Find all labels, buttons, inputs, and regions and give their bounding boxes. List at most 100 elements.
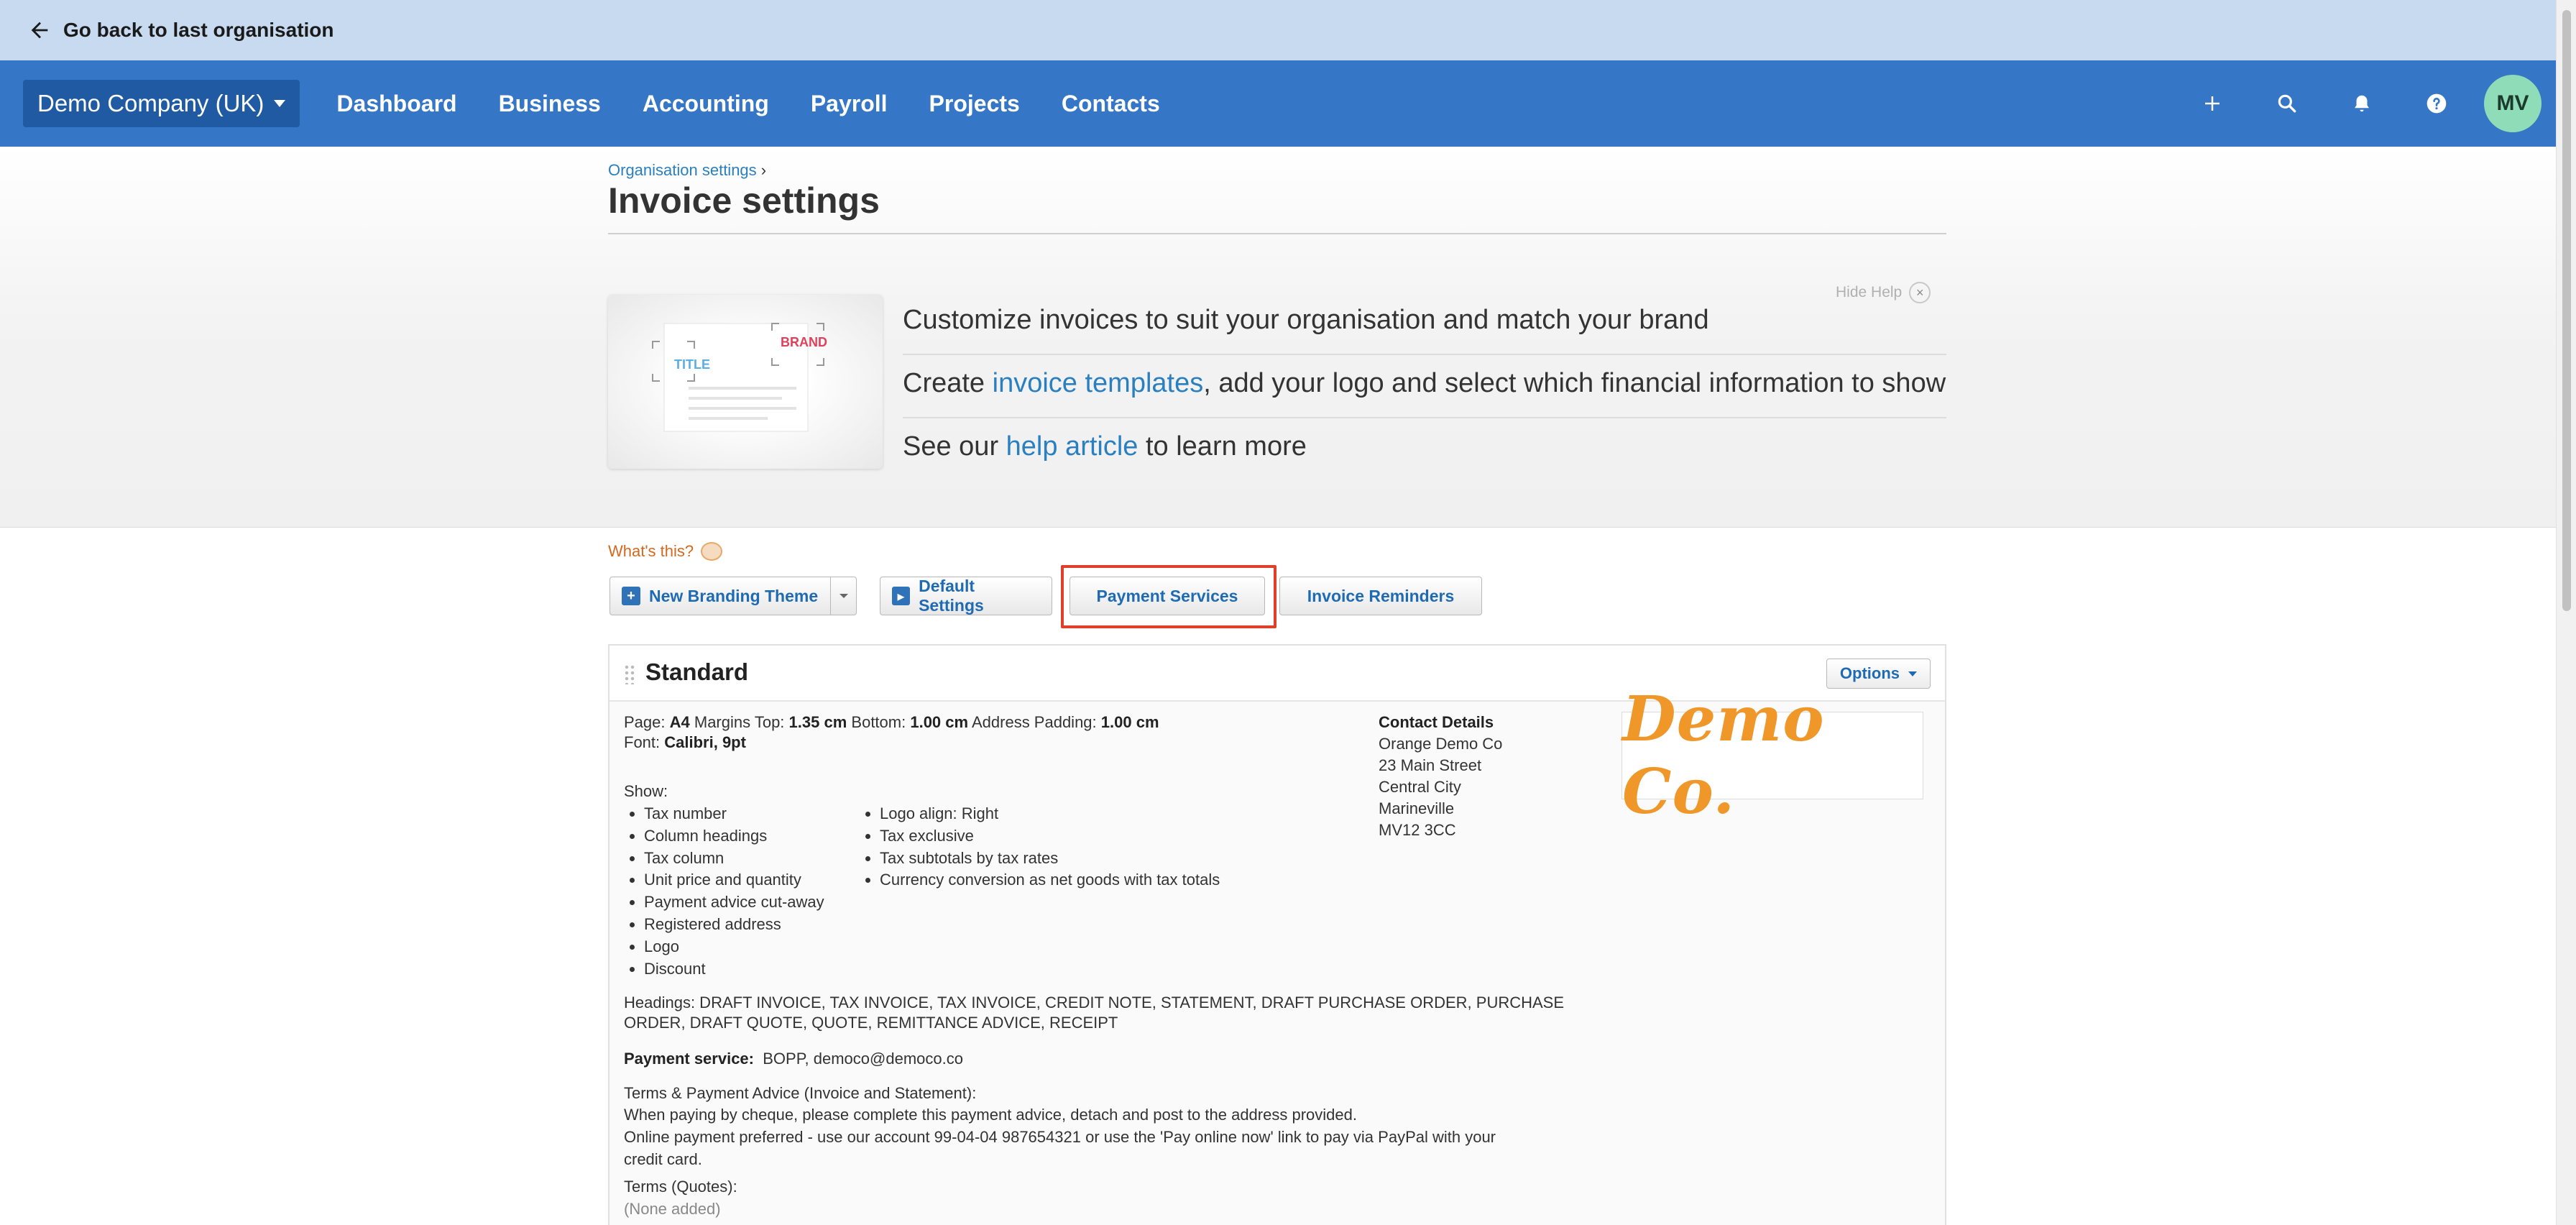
bell-icon <box>2355 95 2369 112</box>
contact-line: Marineville <box>1379 799 1455 817</box>
default-settings-label: Default Settings <box>919 577 984 615</box>
nav-business[interactable]: Business <box>478 91 622 117</box>
close-icon: × <box>1909 282 1931 303</box>
list-item: Unit price and quantity <box>644 869 824 891</box>
company-logo-text: Demo Co. <box>1622 683 1825 828</box>
help-line-article-pre: See our <box>903 431 1006 462</box>
page-settings-line: Page: A4 Margins Top: 1.35 cm Bottom: 1.… <box>624 712 1159 733</box>
list-item: Logo align: Right <box>880 803 1220 825</box>
address-padding-value: 1.00 cm <box>1100 713 1159 731</box>
show-list-col2: Logo align: Right Tax exclusive Tax subt… <box>860 803 1220 891</box>
terms-line-2: Online payment preferred - use our accou… <box>624 1128 1496 1146</box>
plus-square-icon: + <box>622 587 640 605</box>
nav-projects[interactable]: Projects <box>908 91 1041 117</box>
notifications-button[interactable] <box>2324 60 2399 147</box>
help-line-article-post: to learn more <box>1138 431 1307 462</box>
nav-actions: MV <box>2175 60 2556 147</box>
main-nav-links: Dashboard Business Accounting Payroll Pr… <box>316 91 1180 117</box>
nav-payroll[interactable]: Payroll <box>790 91 908 117</box>
caret-down-icon <box>839 594 848 598</box>
hide-help-button[interactable]: Hide Help × <box>1836 282 1931 303</box>
contact-line: Central City <box>1379 778 1461 796</box>
show-list-col1: Tax number Column headings Tax column Un… <box>624 803 824 980</box>
list-item: Column headings <box>644 825 824 848</box>
breadcrumb-separator: › <box>760 161 767 179</box>
new-branding-theme-button[interactable]: + New Branding Theme <box>610 577 857 615</box>
whats-this-label: What's this? <box>608 542 694 560</box>
contact-line: 23 Main Street <box>1379 756 1482 774</box>
illustration-title-text: TITLE <box>674 357 710 372</box>
margins-top-label: Margins Top: <box>694 713 785 731</box>
highlight-box <box>1061 565 1276 628</box>
font-value: Calibri, 9pt <box>664 733 746 751</box>
nav-contacts[interactable]: Contacts <box>1041 91 1181 117</box>
company-logo: Demo Co. <box>1622 683 1923 828</box>
search-icon <box>2278 94 2296 113</box>
list-item: Discount <box>644 958 824 981</box>
list-item: Currency conversion as net goods with ta… <box>880 869 1220 891</box>
scrollbar-thumb[interactable] <box>2562 10 2571 611</box>
help-divider-1 <box>903 354 1946 355</box>
default-settings-button[interactable]: ▸ Default Settings <box>880 577 1052 615</box>
page-label: Page: <box>624 713 666 731</box>
help-line-article: See our help article to learn more <box>903 431 1946 462</box>
back-to-last-organisation-link[interactable]: Go back to last organisation <box>0 0 2556 60</box>
arrow-left-icon <box>31 22 48 39</box>
list-item: Tax subtotals by tax rates <box>880 848 1220 870</box>
play-square-icon: ▸ <box>892 587 911 605</box>
caret-down-icon <box>274 100 286 107</box>
bottom-value: 1.00 cm <box>910 713 969 731</box>
plus-icon <box>2205 96 2220 111</box>
help-line-customize: Customize invoices to suit your organisa… <box>903 305 1946 336</box>
contact-details-label: Contact Details <box>1379 713 1494 731</box>
font-line: Font: Calibri, 9pt <box>624 732 746 753</box>
help-article-link[interactable]: help article <box>1006 431 1138 462</box>
drag-handle-icon[interactable] <box>624 664 635 684</box>
top-navigation: Demo Company (UK) Dashboard Business Acc… <box>0 60 2556 147</box>
whats-this-link[interactable]: What's this? <box>608 542 723 561</box>
help-line-customize-text: Customize invoices to suit your organisa… <box>903 305 1709 335</box>
invoice-reminders-label: Invoice Reminders <box>1307 586 1455 605</box>
help-line-templates: Create invoice templates, add your logo … <box>903 368 1946 399</box>
organisation-switcher[interactable]: Demo Company (UK) <box>23 80 300 127</box>
invoice-illustration: TITLE BRAND <box>608 295 883 469</box>
hide-help-label: Hide Help <box>1836 284 1903 300</box>
margins-top-value: 1.35 cm <box>788 713 847 731</box>
nav-dashboard[interactable]: Dashboard <box>316 91 477 117</box>
terms-quotes-value: (None added) <box>624 1200 721 1218</box>
help-button[interactable] <box>2399 60 2474 147</box>
organisation-name: Demo Company (UK) <box>37 90 264 116</box>
speech-bubble-icon <box>701 542 723 561</box>
help-line-templates-pre: Create <box>903 368 993 398</box>
terms-quotes-label: Terms (Quotes): <box>624 1178 737 1196</box>
illustration-brand-text: BRAND <box>781 335 827 349</box>
add-button[interactable] <box>2175 60 2250 147</box>
payment-service-line: Payment service: BOPP, democo@democo.co <box>624 1048 963 1070</box>
show-label: Show: <box>624 782 668 800</box>
headings-line-2: ORDER, DRAFT QUOTE, QUOTE, REMITTANCE AD… <box>624 1014 1118 1032</box>
nav-accounting[interactable]: Accounting <box>622 91 790 117</box>
list-item: Tax number <box>644 803 824 825</box>
search-button[interactable] <box>2250 60 2324 147</box>
help-divider-2 <box>903 417 1946 418</box>
list-item: Tax exclusive <box>880 825 1220 848</box>
breadcrumb-organisation-settings[interactable]: Organisation settings <box>608 161 757 179</box>
payment-service-value: BOPP, democo@democo.co <box>763 1050 963 1068</box>
contact-details: Contact Details Orange Demo Co 23 Main S… <box>1379 712 1502 841</box>
new-branding-theme-dropdown[interactable] <box>830 577 856 615</box>
headings-line-1: Headings: DRAFT INVOICE, TAX INVOICE, TA… <box>624 994 1565 1011</box>
list-item: Tax column <box>644 848 824 870</box>
contact-line: Orange Demo Co <box>1379 735 1503 753</box>
address-padding-label: Address Padding: <box>971 713 1097 731</box>
invoice-reminders-button[interactable]: Invoice Reminders <box>1279 577 1482 615</box>
help-line-templates-post: , add your logo and select which financi… <box>1203 368 1946 398</box>
list-item: Registered address <box>644 914 824 936</box>
terms-label: Terms & Payment Advice (Invoice and Stat… <box>624 1084 977 1102</box>
user-avatar[interactable]: MV <box>2484 75 2542 132</box>
invoice-illustration-icon: TITLE BRAND <box>652 323 827 432</box>
page-header: Organisation settings › Invoice settings… <box>0 147 2556 528</box>
breadcrumb: Organisation settings › <box>608 161 766 180</box>
bottom-label: Bottom: <box>851 713 906 731</box>
invoice-templates-link[interactable]: invoice templates <box>993 368 1204 398</box>
page-scrollbar[interactable] <box>2556 0 2576 1225</box>
